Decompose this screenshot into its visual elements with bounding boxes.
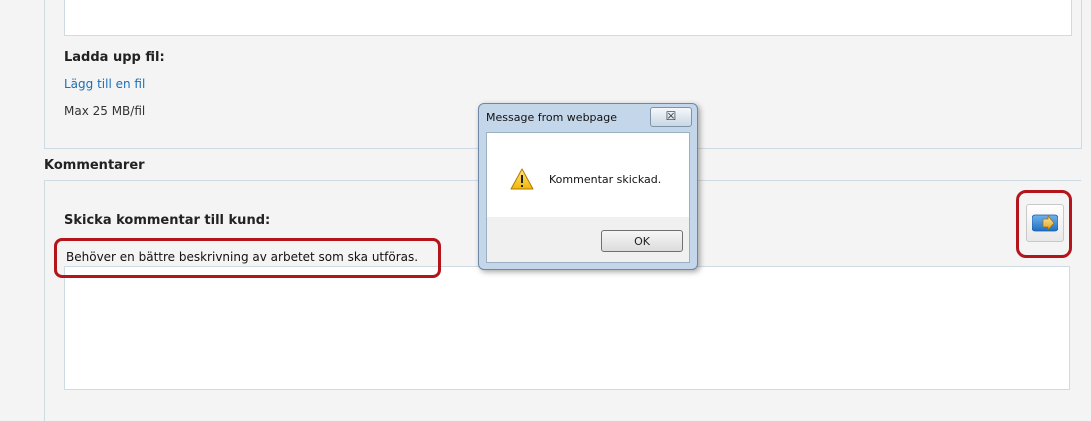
warning-icon: [510, 168, 534, 190]
add-file-link[interactable]: Lägg till en fil: [64, 77, 145, 91]
message-dialog: Message from webpage ☒ Kommentar skickad…: [478, 103, 698, 270]
dialog-body: Kommentar skickad. OK: [486, 132, 690, 263]
upload-top-field[interactable]: [64, 0, 1072, 36]
send-button-highlight: [1016, 190, 1072, 258]
send-comment-title: Skicka kommentar till kund:: [64, 213, 271, 228]
dialog-title: Message from webpage: [486, 111, 618, 124]
dialog-message: Kommentar skickad.: [549, 173, 662, 186]
dialog-titlebar[interactable]: Message from webpage ☒: [479, 104, 697, 130]
comments-heading: Kommentarer: [44, 158, 145, 173]
comment-text-highlight: [54, 238, 441, 278]
close-icon[interactable]: ☒: [650, 107, 692, 127]
ok-button[interactable]: OK: [601, 230, 683, 252]
max-file-size-text: Max 25 MB/fil: [64, 104, 146, 118]
upload-title: Ladda upp fil:: [64, 50, 165, 65]
comment-textarea[interactable]: [64, 266, 1070, 390]
